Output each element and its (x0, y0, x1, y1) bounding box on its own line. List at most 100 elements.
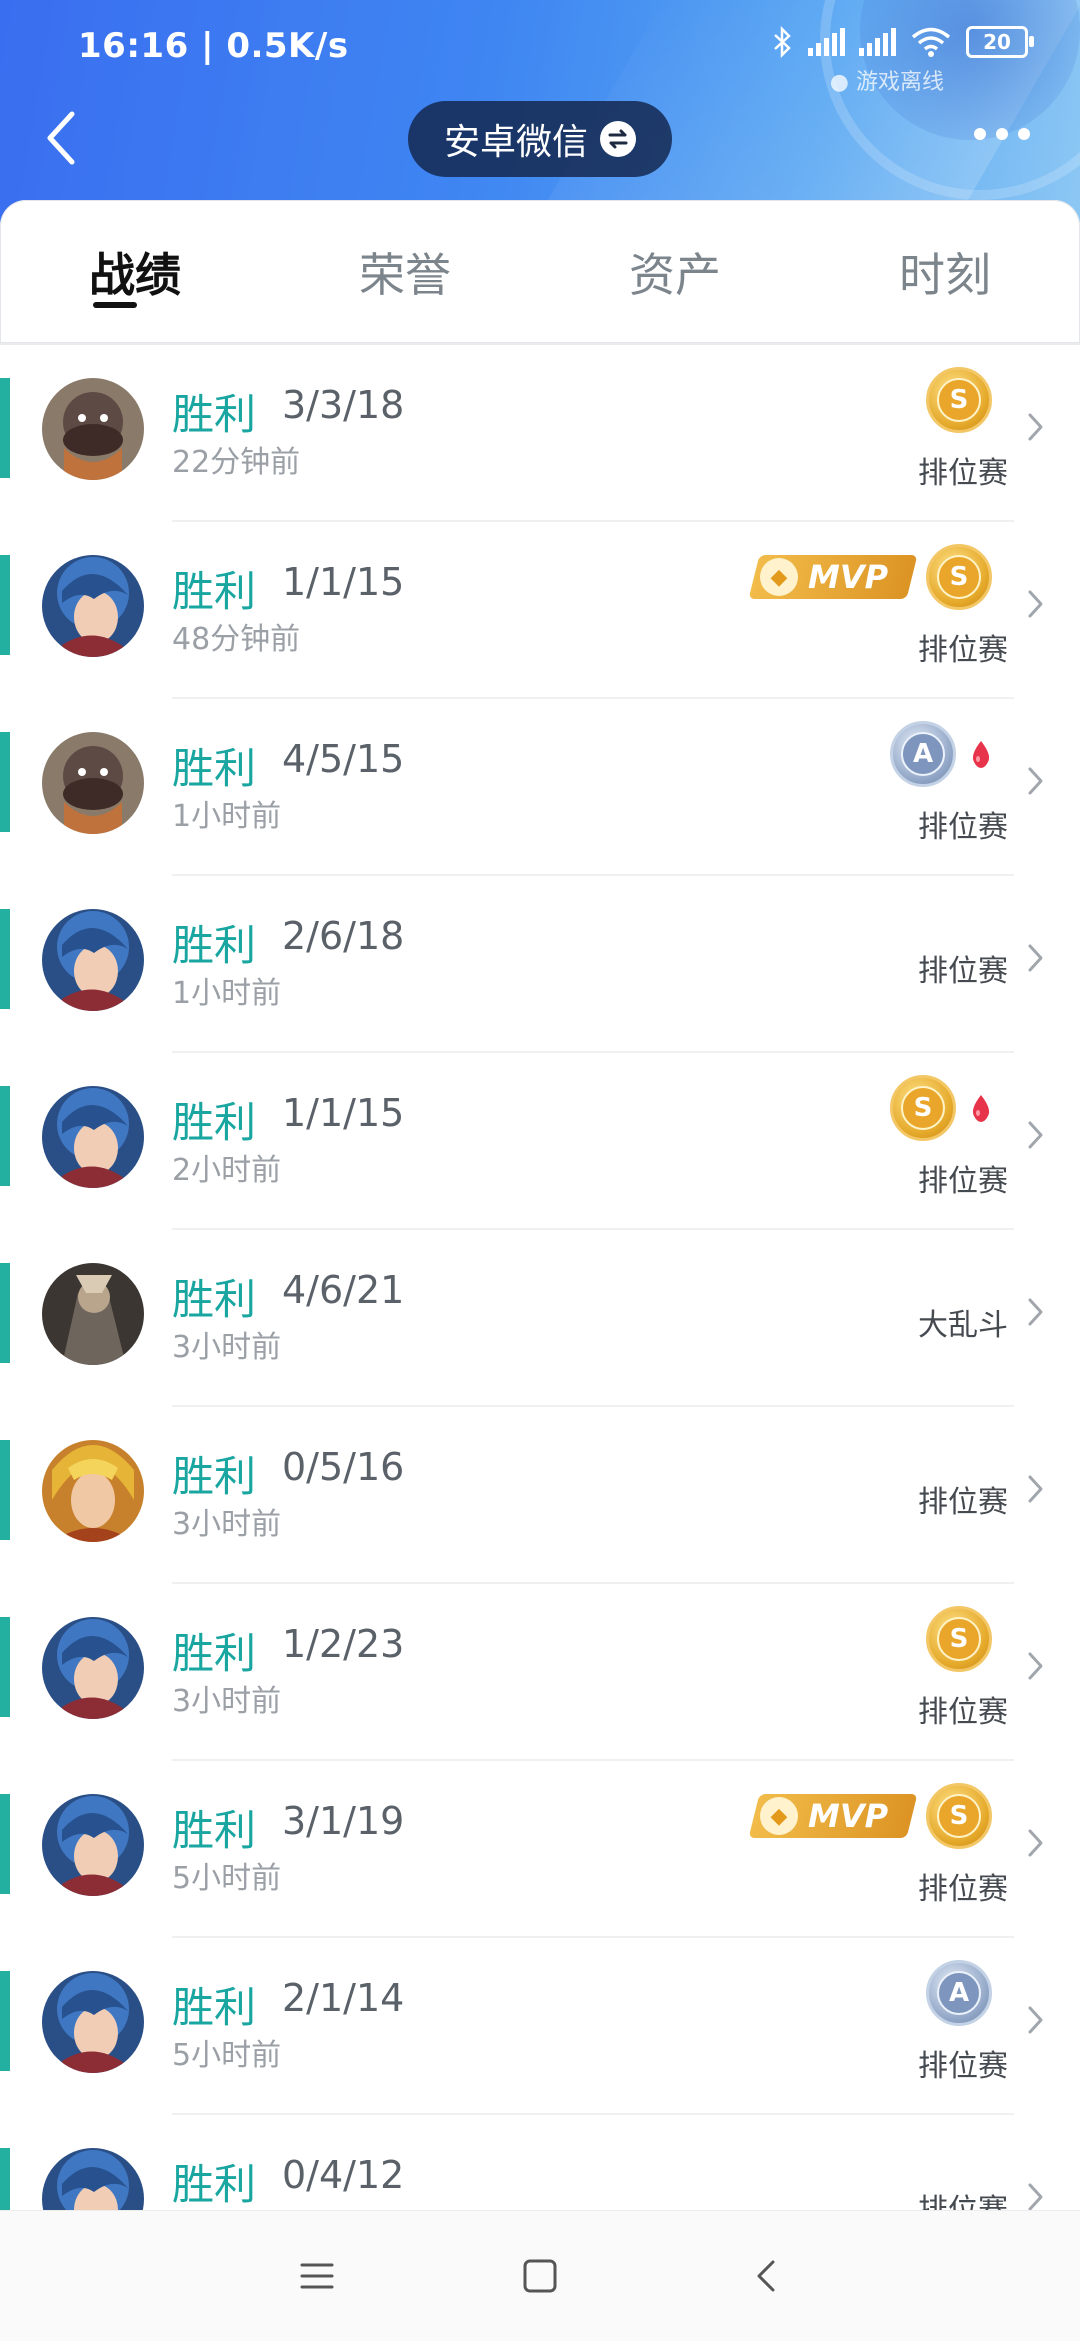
match-kda: 2/1/14 (282, 1976, 405, 2020)
medal-s-icon: S (926, 544, 992, 610)
match-time: 1小时前 (172, 799, 282, 834)
nav-back-icon[interactable] (742, 2251, 792, 2301)
match-result: 胜利 (172, 921, 257, 970)
medal-s-icon: S (890, 1075, 956, 1141)
home-icon[interactable] (515, 2251, 565, 2301)
hero-avatar (42, 732, 144, 834)
match-badges: ◆ MVP S (748, 544, 992, 610)
swap-icon (600, 121, 636, 157)
match-mode: 排位赛 (918, 954, 1008, 989)
back-icon[interactable] (38, 108, 86, 168)
mvp-emblem-icon: ◆ (760, 558, 798, 596)
match-badges: A (890, 721, 992, 787)
win-indicator (0, 378, 10, 478)
wifi-icon (911, 27, 951, 57)
tab-bar: 战绩 荣誉 资产 时刻 (0, 200, 1080, 345)
mvp-label: MVP (808, 558, 889, 596)
match-mode: 大乱斗 (918, 1308, 1008, 1343)
match-time: 5小时前 (172, 2038, 282, 2073)
match-mode: 排位赛 (918, 633, 1008, 668)
match-result: 胜利 (172, 2160, 257, 2209)
more-options-icon[interactable] (974, 128, 1030, 140)
match-result: 胜利 (172, 390, 257, 439)
match-kda: 1/1/15 (282, 560, 405, 604)
offline-label: 游戏离线 (855, 70, 944, 95)
match-result: 胜利 (172, 1806, 257, 1855)
status-icons: 20 (772, 26, 1034, 58)
match-badges: A (926, 1960, 992, 2026)
tab-moments[interactable]: 时刻 (850, 200, 1040, 343)
tab-assets[interactable]: 资产 (580, 200, 770, 343)
battery-icon: 20 (966, 26, 1034, 58)
chevron-right-icon (1028, 767, 1043, 795)
medal-a-icon: A (890, 721, 956, 787)
win-indicator (0, 1086, 10, 1186)
match-mode: 排位赛 (918, 1485, 1008, 1520)
win-indicator (0, 1440, 10, 1540)
match-kda: 1/2/23 (282, 1622, 405, 1666)
match-kda: 4/6/21 (282, 1268, 405, 1312)
match-kda: 4/5/15 (282, 737, 405, 781)
match-time: 3小时前 (172, 1684, 282, 1719)
hero-avatar (42, 555, 144, 657)
match-row[interactable]: 胜利 1/1/15 2小时前 S 排位赛 (0, 1053, 1080, 1230)
signal-icon (808, 28, 845, 56)
tab-record[interactable]: 战绩 (40, 200, 230, 343)
hero-avatar (42, 1440, 144, 1542)
game-offline-status: ● 游戏离线 (829, 70, 944, 95)
chevron-right-icon (1028, 1829, 1043, 1857)
match-mode: 排位赛 (918, 1872, 1008, 1907)
match-result: 胜利 (172, 1452, 257, 1501)
win-indicator (0, 555, 10, 655)
first-blood-icon (972, 741, 990, 768)
match-time: 5小时前 (172, 1861, 282, 1896)
hero-avatar (42, 909, 144, 1011)
match-kda: 0/4/12 (282, 2153, 405, 2197)
mvp-badge: ◆ MVP (748, 1794, 918, 1838)
chevron-right-icon (1028, 1652, 1043, 1680)
match-row[interactable]: 胜利 2/6/18 1小时前 排位赛 (0, 876, 1080, 1053)
mvp-emblem-icon: ◆ (760, 1797, 798, 1835)
active-tab-indicator (93, 302, 137, 308)
match-mode: 排位赛 (918, 2049, 1008, 2084)
hero-avatar (42, 1617, 144, 1719)
match-row[interactable]: 胜利 3/3/18 22分钟前 S 排位赛 (0, 345, 1080, 522)
match-row[interactable]: 胜利 0/5/16 3小时前 排位赛 (0, 1407, 1080, 1584)
medal-s-icon: S (926, 1783, 992, 1849)
mvp-label: MVP (808, 1797, 889, 1835)
match-row[interactable]: 胜利 2/1/14 5小时前 A 排位赛 (0, 1938, 1080, 2115)
hero-avatar (42, 1794, 144, 1896)
match-row[interactable]: 胜利 3/1/19 5小时前 ◆ MVP S 排位赛 (0, 1761, 1080, 1938)
menu-icon[interactable] (292, 2251, 342, 2301)
chevron-right-icon (1028, 944, 1043, 972)
match-row[interactable]: 胜利 4/5/15 1小时前 A 排位赛 (0, 699, 1080, 876)
match-mode: 排位赛 (918, 1695, 1008, 1730)
match-badges: S (926, 1606, 992, 1672)
medal-s-icon: S (926, 367, 992, 433)
match-result: 胜利 (172, 1629, 257, 1678)
win-indicator (0, 1794, 10, 1894)
match-row[interactable]: 胜利 1/1/15 48分钟前 ◆ MVP S 排位赛 (0, 522, 1080, 699)
match-row[interactable]: 胜利 1/2/23 3小时前 S 排位赛 (0, 1584, 1080, 1761)
hero-avatar (42, 378, 144, 480)
medal-a-icon: A (926, 1960, 992, 2026)
win-indicator (0, 1971, 10, 2071)
tab-honor[interactable]: 荣誉 (310, 200, 500, 343)
win-indicator (0, 1263, 10, 1363)
match-result: 胜利 (172, 1275, 257, 1324)
medal-s-icon: S (926, 1606, 992, 1672)
chevron-right-icon (1028, 1121, 1043, 1149)
hero-avatar (42, 1263, 144, 1365)
chevron-right-icon (1028, 590, 1043, 618)
match-time: 48分钟前 (172, 622, 301, 657)
account-switch-button[interactable]: 安卓微信 (408, 101, 672, 177)
battery-level: 20 (983, 30, 1011, 54)
match-result: 胜利 (172, 744, 257, 793)
mvp-badge: ◆ MVP (748, 555, 918, 599)
hero-avatar (42, 1086, 144, 1188)
hero-avatar (42, 1971, 144, 2073)
match-row[interactable]: 胜利 4/6/21 3小时前 大乱斗 (0, 1230, 1080, 1407)
match-kda: 2/6/18 (282, 914, 405, 958)
match-mode: 排位赛 (918, 456, 1008, 491)
match-badges: S (890, 1075, 992, 1141)
